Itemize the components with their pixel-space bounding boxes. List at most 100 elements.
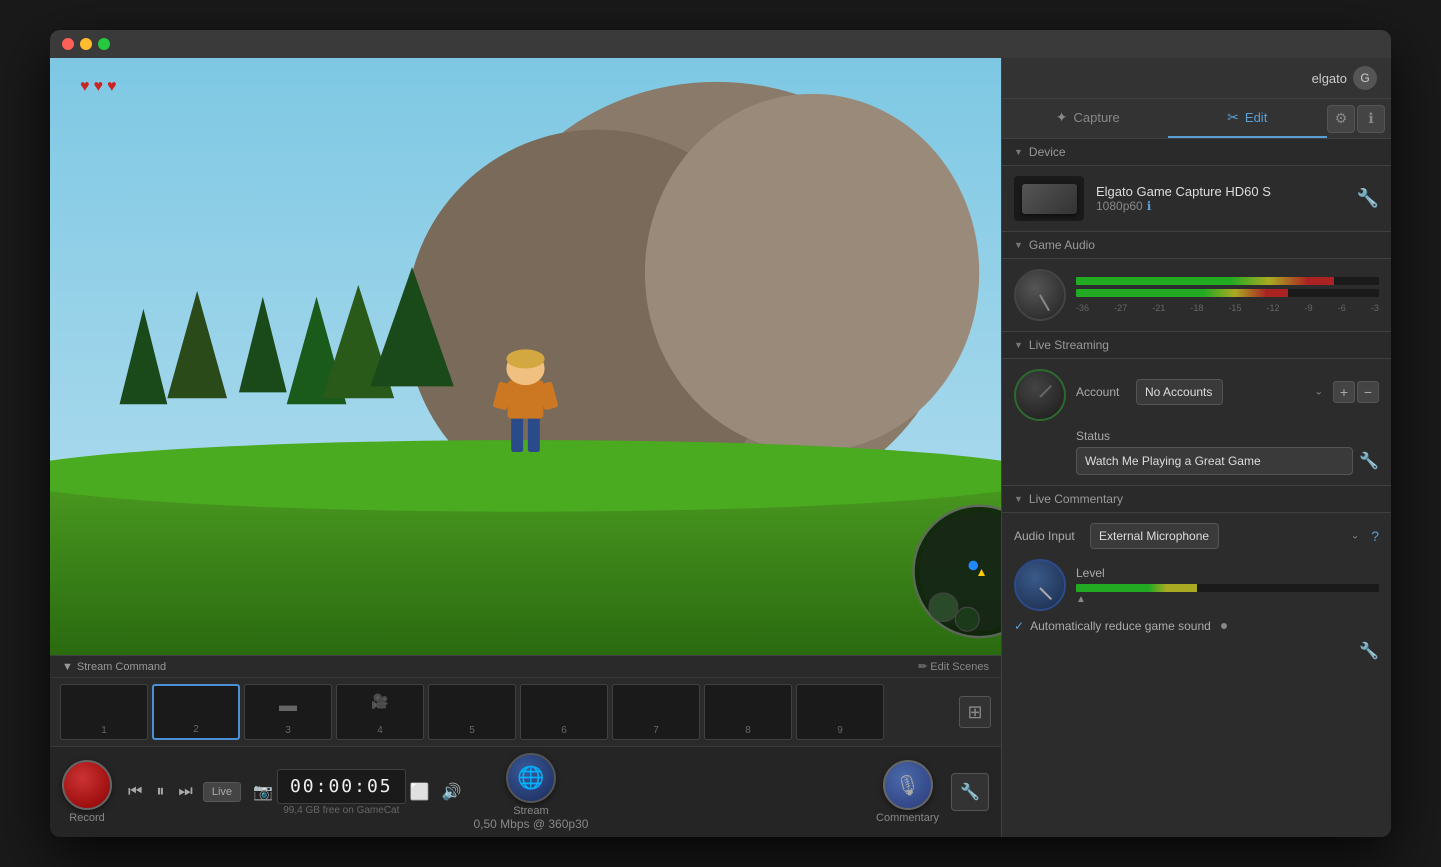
meter-label-21: -21 xyxy=(1152,303,1165,313)
meter-label-6: -6 xyxy=(1338,303,1346,313)
account-label: Account xyxy=(1076,385,1136,399)
scene-thumb-3[interactable]: 3 ▬ xyxy=(244,684,332,740)
title-bar xyxy=(50,30,1391,58)
help-icon[interactable]: ? xyxy=(1371,528,1379,544)
scene-thumb-2[interactable]: 2 xyxy=(152,684,240,740)
bitrate-display: 0,50 Mbps @ 360p30 xyxy=(473,817,588,831)
info-tab-button[interactable]: ℹ xyxy=(1357,105,1385,133)
stream-settings: Account No Accounts ⌄ + − xyxy=(1076,379,1379,411)
checkbox-checkmark: ✓ xyxy=(1014,619,1024,633)
meter-bar-2 xyxy=(1076,289,1379,297)
timecode-section: 📷 00:00:05 99,4 GB free on GameCat ⬜ xyxy=(253,769,430,816)
meter-label-15: -15 xyxy=(1228,303,1241,313)
settings-button[interactable]: 🔧 xyxy=(951,773,989,811)
fast-forward-button[interactable]: ⏭ xyxy=(174,779,196,805)
tab-edit[interactable]: ✂ Edit xyxy=(1168,99,1328,138)
account-add-button[interactable]: + xyxy=(1333,381,1355,403)
scene-num-2: 2 xyxy=(193,724,199,735)
edit-scenes-button[interactable]: ✏ Edit Scenes xyxy=(918,660,989,673)
tab-actions: ⚙ ℹ xyxy=(1327,105,1385,133)
scene-thumb-1[interactable]: 1 xyxy=(60,684,148,740)
settings-tab-button[interactable]: ⚙ xyxy=(1327,105,1355,133)
scenes-strip: 1 2 3 ▬ 4 🎥 5 xyxy=(50,678,1001,746)
stream-button-section: 🌐 Stream 0,50 Mbps @ 360p30 xyxy=(473,753,588,831)
scene-num-7: 7 xyxy=(653,725,659,736)
maximize-button[interactable] xyxy=(98,38,110,50)
meter-label-27: -27 xyxy=(1114,303,1127,313)
edit-scenes-label: Edit Scenes xyxy=(930,661,989,673)
audio-knob[interactable] xyxy=(1014,269,1066,321)
traffic-lights xyxy=(62,38,110,50)
meter-labels: -36 -27 -21 -18 -15 -12 -9 -6 -3 xyxy=(1076,303,1379,313)
account-select[interactable]: No Accounts xyxy=(1136,379,1223,405)
elgato-icon: G xyxy=(1353,66,1377,90)
game-audio-label: Game Audio xyxy=(1029,238,1095,252)
pencil-icon: ✏ xyxy=(918,660,927,673)
video-area: ▲ ♥ ♥ ♥ xyxy=(50,58,1001,655)
stream-knob[interactable] xyxy=(1014,369,1066,421)
rewind-button[interactable]: ⏮ xyxy=(124,779,146,805)
audio-meters: -36 -27 -21 -18 -15 -12 -9 -6 -3 xyxy=(1076,277,1379,313)
record-button[interactable] xyxy=(62,760,112,810)
audio-input-label: Audio Input xyxy=(1014,529,1084,543)
tab-capture[interactable]: ✦ Capture xyxy=(1008,99,1168,138)
commentary-button[interactable]: 🎙 xyxy=(883,760,933,810)
close-button[interactable] xyxy=(62,38,74,50)
timecode-display: 00:00:05 xyxy=(277,769,406,804)
meter-bar-1 xyxy=(1076,277,1379,285)
meter-label-3: -3 xyxy=(1371,303,1379,313)
volume-icon[interactable]: 🔊 xyxy=(442,782,462,802)
commentary-label: Commentary xyxy=(876,812,939,824)
checkbox-dot xyxy=(1221,623,1227,629)
svg-text:▲: ▲ xyxy=(976,565,988,579)
meter-label-9: -9 xyxy=(1305,303,1313,313)
status-input[interactable] xyxy=(1076,447,1353,475)
scene-thumb-8[interactable]: 8 xyxy=(704,684,792,740)
stream-command-header: ▼ Stream Command ✏ Edit Scenes xyxy=(50,656,1001,678)
device-section-label: Device xyxy=(1029,145,1066,159)
account-select-arrow: ⌄ xyxy=(1315,387,1323,398)
account-row: Account No Accounts ⌄ + − xyxy=(1076,379,1379,405)
audio-input-arrow: ⌄ xyxy=(1351,531,1359,542)
stream-command: ▼ Stream Command ✏ Edit Scenes 1 2 xyxy=(50,655,1001,746)
commentary-knob-area: Level ▲ xyxy=(1014,559,1379,611)
stream-command-triangle: ▼ xyxy=(62,661,73,673)
scene-thumb-5[interactable]: 5 xyxy=(428,684,516,740)
account-remove-button[interactable]: − xyxy=(1357,381,1379,403)
stream-globe-button[interactable]: 🌐 xyxy=(506,753,556,803)
minimize-button[interactable] xyxy=(80,38,92,50)
screenshot-button[interactable]: 📷 xyxy=(253,782,273,802)
device-triangle: ▼ xyxy=(1014,147,1023,157)
tab-edit-label: Edit xyxy=(1245,110,1267,125)
tab-capture-label: Capture xyxy=(1073,110,1119,125)
scene-add-button[interactable]: ⊞ xyxy=(959,696,991,728)
scene-thumb-9[interactable]: 9 xyxy=(796,684,884,740)
play-pause-button[interactable]: ⏸ xyxy=(152,779,168,805)
commentary-settings-button[interactable]: 🔧 xyxy=(1014,641,1379,661)
scene-num-1: 1 xyxy=(101,725,107,736)
level-bar xyxy=(1076,584,1379,592)
level-label: Level xyxy=(1076,566,1379,580)
fullscreen-button[interactable]: ⬜ xyxy=(410,782,430,802)
account-select-wrapper: No Accounts ⌄ xyxy=(1136,379,1329,405)
device-settings-button[interactable]: 🔧 xyxy=(1357,188,1379,209)
scene-num-5: 5 xyxy=(469,725,475,736)
device-info: Elgato Game Capture HD60 S 1080p60 ℹ xyxy=(1096,184,1345,213)
status-input-row: 🔧 xyxy=(1076,447,1379,475)
live-button[interactable]: Live xyxy=(203,782,241,802)
audio-input-select-wrapper: External Microphone ⌄ xyxy=(1090,523,1365,549)
stream-knob-line xyxy=(1039,385,1052,398)
audio-input-select[interactable]: External Microphone xyxy=(1090,523,1219,549)
meter-fill-2 xyxy=(1076,289,1288,297)
live-commentary-section: Audio Input External Microphone ⌄ ? Leve xyxy=(1002,513,1391,837)
commentary-knob[interactable] xyxy=(1014,559,1066,611)
status-settings-button[interactable]: 🔧 xyxy=(1359,451,1379,471)
heart-3: ♥ xyxy=(107,78,117,96)
scene-thumb-6[interactable]: 6 xyxy=(520,684,608,740)
device-info-icon[interactable]: ℹ xyxy=(1147,199,1152,213)
streaming-row: Account No Accounts ⌄ + − xyxy=(1014,369,1379,421)
scene-thumb-4[interactable]: 4 🎥 xyxy=(336,684,424,740)
game-audio-header: ▼ Game Audio xyxy=(1002,232,1391,259)
playback-controls: ⏮ ⏸ ⏭ Live xyxy=(124,779,241,805)
scene-thumb-7[interactable]: 7 xyxy=(612,684,700,740)
